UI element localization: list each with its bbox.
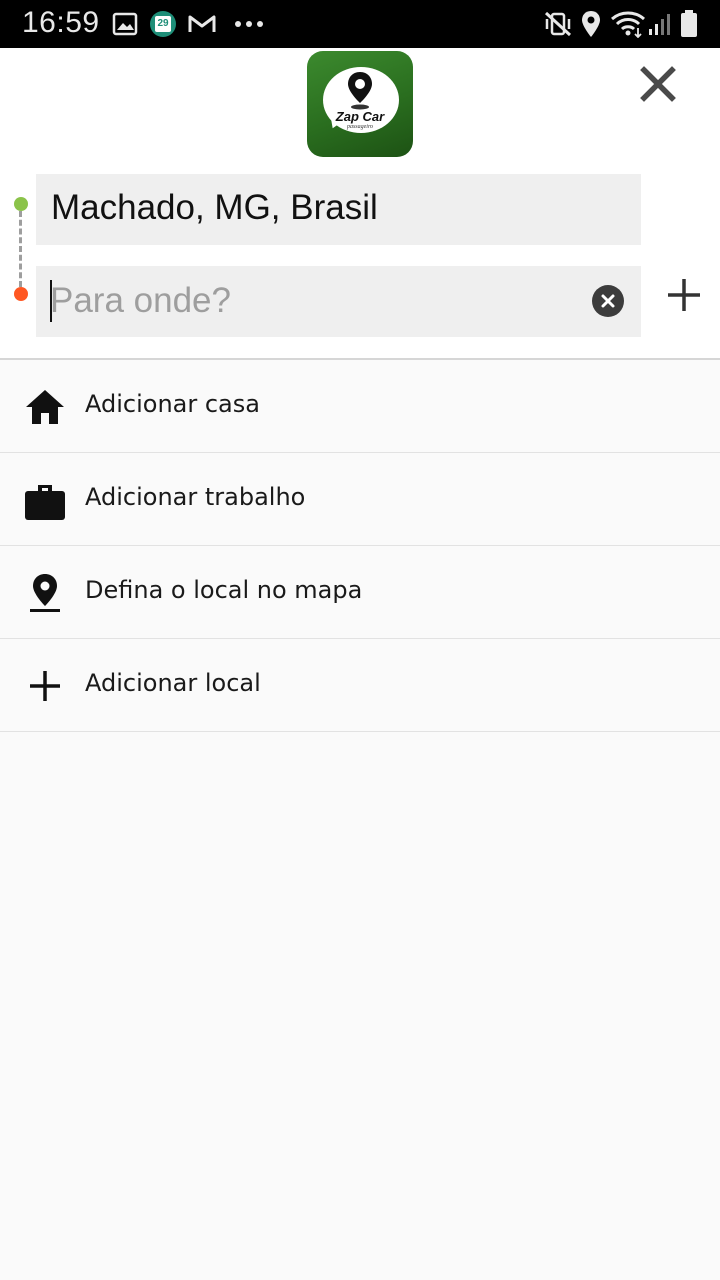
destination-dot [14, 287, 28, 301]
app-logo: Zap Car passageiro [307, 51, 413, 157]
route-dashed-line [19, 211, 22, 287]
origin-field[interactable]: Machado, MG, Brasil [36, 174, 641, 245]
logo-brand: Zap Car [335, 109, 385, 124]
places-list: Adicionar casa Adicionar trabalho Defina… [0, 360, 720, 732]
calendar-day: 29 [157, 18, 169, 29]
status-time: 16:59 [22, 6, 100, 39]
route-header: Zap Car passageiro Machado, MG, Brasil [0, 48, 720, 360]
list-item-add-place[interactable]: Adicionar local [0, 639, 720, 732]
signal-icon [649, 14, 670, 35]
logo-tagline: passageiro [346, 124, 374, 130]
map-pin-icon [30, 574, 60, 612]
image-icon [112, 12, 138, 36]
plus-icon [30, 671, 60, 701]
clear-icon [601, 294, 615, 308]
destination-field[interactable] [36, 266, 641, 337]
wifi-icon [611, 11, 645, 38]
gmail-icon [188, 15, 216, 32]
status-bar: 16:59 29 [0, 0, 720, 48]
origin-text: Machado, MG, Brasil [51, 188, 378, 227]
list-item-label: Defina o local no mapa [85, 576, 363, 604]
destination-input[interactable] [50, 276, 580, 326]
more-dots-icon [235, 21, 263, 27]
list-item-set-on-map[interactable]: Defina o local no mapa [0, 546, 720, 639]
briefcase-icon [25, 485, 65, 520]
list-item-label: Adicionar local [85, 669, 261, 697]
add-stop-button[interactable] [664, 275, 704, 315]
home-icon [26, 390, 64, 424]
text-caret [50, 280, 52, 322]
mute-vibrate-icon [544, 11, 572, 37]
list-item-label: Adicionar trabalho [85, 483, 306, 511]
location-icon [582, 11, 600, 37]
origin-dot [14, 197, 28, 211]
battery-icon [681, 10, 697, 37]
close-button[interactable] [636, 62, 680, 106]
clear-destination-button[interactable] [592, 285, 624, 317]
close-icon [640, 66, 676, 102]
logo-pin-icon [348, 72, 372, 110]
list-item-label: Adicionar casa [85, 390, 260, 418]
add-stop-icon [668, 279, 700, 311]
list-item-add-home[interactable]: Adicionar casa [0, 360, 720, 453]
calendar-icon: 29 [150, 11, 176, 37]
list-item-add-work[interactable]: Adicionar trabalho [0, 453, 720, 546]
